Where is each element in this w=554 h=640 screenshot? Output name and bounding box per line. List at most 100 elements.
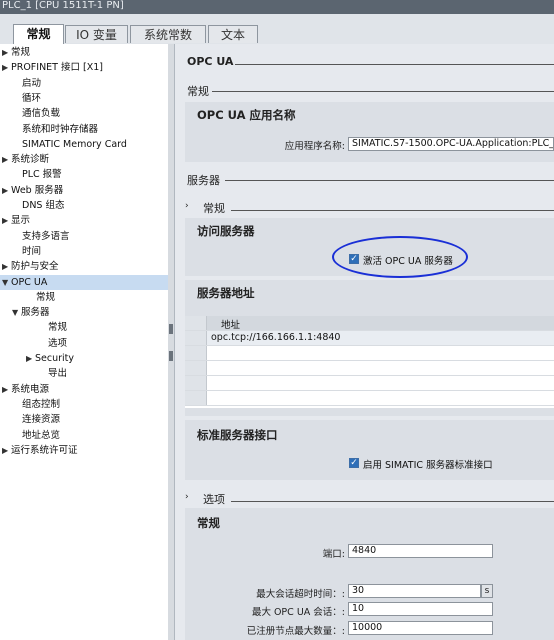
- table-row[interactable]: [185, 361, 554, 376]
- sidebar-item-label: 连接资源: [22, 414, 61, 426]
- sidebar-item[interactable]: 选项: [48, 336, 67, 351]
- row-selector[interactable]: [185, 331, 207, 345]
- sidebar-item[interactable]: 常规: [36, 290, 55, 305]
- chevron-right-icon[interactable]: ▶: [2, 443, 11, 458]
- sidebar-item[interactable]: ▼ OPC UA: [0, 274, 168, 290]
- chevron-right-icon[interactable]: ▶: [2, 60, 11, 75]
- server-address-title: 服务器地址: [197, 286, 255, 300]
- port-label: 端口:: [322, 549, 345, 560]
- sidebar-item[interactable]: DNS 组态: [22, 198, 64, 213]
- sidebar-item-label: 通信负载: [22, 108, 61, 120]
- sidebar-item[interactable]: 时间: [22, 244, 41, 259]
- table-row[interactable]: [185, 391, 554, 406]
- pane-splitter[interactable]: [168, 44, 175, 640]
- sidebar-item-label: 组态控制: [22, 398, 61, 410]
- chevron-down-icon[interactable]: ▼: [2, 275, 11, 290]
- section-divider: [212, 91, 554, 92]
- sidebar-item-label: 导出: [48, 368, 68, 380]
- sidebar-item[interactable]: ▶ 运行系统许可证: [2, 443, 78, 458]
- splitter-grip-icon[interactable]: [169, 324, 173, 334]
- enable-simatic-interface-checkbox[interactable]: ✓: [349, 458, 359, 468]
- table-row[interactable]: opc.tcp://166.166.1.1:4840: [185, 331, 554, 346]
- standard-interface-panel: 标准服务器接口 ✓ 启用 SIMATIC 服务器标准接口: [185, 420, 554, 480]
- sidebar-item[interactable]: ▶ Security: [26, 351, 74, 366]
- options-general-title: 常规: [197, 516, 220, 530]
- sidebar-item[interactable]: ▶ 系统诊断: [2, 152, 49, 167]
- section-title-opcua: OPC UA: [187, 55, 234, 68]
- sidebar-item[interactable]: ▶ 防护与安全: [2, 259, 59, 274]
- enable-simatic-interface-label: 启用 SIMATIC 服务器标准接口: [363, 460, 493, 471]
- navigation-tree: ▶ 常规 ▶ PROFINET 接口 [X1] 启动 循环 通信负载 系统和时钟存储器 SIMA…: [0, 44, 169, 640]
- tab-texts[interactable]: 文本: [208, 25, 258, 43]
- tab-general[interactable]: 常规: [13, 24, 64, 44]
- sidebar-item[interactable]: 支持多语言: [22, 229, 70, 244]
- row-selector[interactable]: [185, 346, 207, 360]
- sidebar-item[interactable]: PLC 报警: [22, 167, 62, 182]
- section-divider: [225, 180, 554, 181]
- app-name-panel-title: OPC UA 应用名称: [197, 108, 296, 122]
- sidebar-item-label: 时间: [22, 245, 42, 257]
- table-row[interactable]: [185, 346, 554, 361]
- row-selector[interactable]: [185, 376, 207, 390]
- sidebar-item-label: 服务器: [21, 307, 50, 319]
- access-server-title: 访问服务器: [197, 224, 255, 238]
- section-divider: [235, 64, 554, 65]
- port-input[interactable]: 4840: [348, 544, 493, 558]
- sidebar-item[interactable]: ▶ Web 服务器: [2, 183, 63, 198]
- sidebar-item-label: 地址总览: [22, 429, 61, 441]
- server-general-header[interactable]: 常规: [203, 200, 225, 216]
- sidebar-item[interactable]: 循环: [22, 91, 41, 106]
- chevron-right-icon[interactable]: ▶: [2, 259, 11, 274]
- sidebar-item[interactable]: 连接资源: [22, 412, 60, 427]
- sidebar-item[interactable]: ▶ 显示: [2, 213, 30, 228]
- sidebar-item[interactable]: 组态控制: [22, 397, 60, 412]
- property-tabs: 常规 IO 变量 系统常数 文本: [0, 14, 554, 45]
- chevron-right-icon[interactable]: ›: [185, 492, 189, 502]
- sidebar-item[interactable]: ▶ PROFINET 接口 [X1]: [2, 60, 103, 75]
- max-registered-nodes-input[interactable]: 10000: [348, 621, 493, 635]
- chevron-right-icon[interactable]: ▶: [2, 183, 11, 198]
- chevron-right-icon[interactable]: ▶: [2, 213, 11, 228]
- chevron-right-icon[interactable]: ▶: [26, 351, 35, 366]
- sidebar-item[interactable]: 通信负载: [22, 106, 60, 121]
- sidebar-item[interactable]: ▶ 常规: [2, 45, 30, 60]
- sidebar-item[interactable]: SIMATIC Memory Card: [22, 137, 127, 152]
- table-header: 地址: [185, 316, 554, 331]
- options-header[interactable]: 选项: [203, 491, 225, 507]
- chevron-right-icon[interactable]: ▶: [2, 45, 11, 60]
- sidebar-item[interactable]: ▼ 服务器: [12, 305, 50, 320]
- window-title-bar: PLC_1 [CPU 1511T-1 PN]: [0, 0, 554, 14]
- row-selector[interactable]: [185, 361, 207, 375]
- address-cell[interactable]: opc.tcp://166.166.1.1:4840: [211, 332, 340, 343]
- sidebar-item[interactable]: 常规: [48, 320, 67, 335]
- sidebar-item[interactable]: 地址总览: [22, 428, 60, 443]
- chevron-right-icon[interactable]: ▶: [2, 382, 11, 397]
- app-name-input[interactable]: SIMATIC.S7-1500.OPC-UA.Application:PLC_1: [348, 137, 554, 151]
- sidebar-item[interactable]: ▶ 系统电源: [2, 382, 49, 397]
- row-selector[interactable]: [185, 391, 207, 405]
- sidebar-item[interactable]: 系统和时钟存储器: [22, 122, 98, 137]
- sidebar-item-label: 常规: [36, 291, 56, 303]
- tab-system-constants[interactable]: 系统常数: [130, 25, 206, 43]
- sidebar-item-label: 系统电源: [11, 383, 50, 395]
- timeout-unit: s: [481, 584, 493, 598]
- splitter-grip-icon[interactable]: [169, 351, 173, 361]
- sidebar-item[interactable]: 导出: [48, 366, 67, 381]
- max-sessions-input[interactable]: 10: [348, 602, 493, 616]
- row-selector: [185, 316, 207, 330]
- properties-content: OPC UA 常规 OPC UA 应用名称 应用程序名称: SIMATIC.S7…: [175, 44, 554, 640]
- sidebar-item-label: 运行系统许可证: [11, 444, 78, 456]
- sidebar-item-label: DNS 组态: [22, 200, 65, 211]
- sidebar-item[interactable]: 启动: [22, 76, 41, 91]
- max-sessions-label: 最大 OPC UA 会话：:: [251, 607, 345, 618]
- sidebar-item-label: 显示: [11, 215, 31, 227]
- max-session-timeout-label: 最大会话超时时间：:: [256, 589, 345, 600]
- column-header-address: 地址: [221, 320, 241, 331]
- table-row[interactable]: [185, 376, 554, 391]
- chevron-down-icon[interactable]: ▼: [12, 305, 21, 320]
- sidebar-item-label: 防护与安全: [11, 261, 59, 273]
- chevron-right-icon[interactable]: ›: [185, 201, 189, 211]
- chevron-right-icon[interactable]: ▶: [2, 152, 11, 167]
- max-session-timeout-input[interactable]: 30: [348, 584, 481, 598]
- tab-io-tags[interactable]: IO 变量: [65, 25, 128, 43]
